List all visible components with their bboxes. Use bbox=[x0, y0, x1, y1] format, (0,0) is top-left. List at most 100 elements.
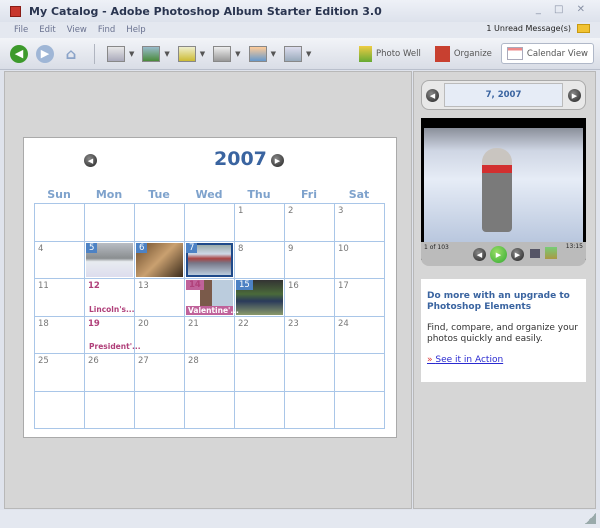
forward-button[interactable]: ▶ bbox=[36, 44, 54, 63]
day-number: 15 bbox=[236, 280, 253, 290]
calendar-day[interactable] bbox=[185, 204, 235, 242]
title-bar: My Catalog - Adobe Photoshop Album Start… bbox=[0, 0, 600, 22]
calendar-day[interactable] bbox=[135, 391, 185, 429]
organize-button[interactable]: Organize bbox=[430, 43, 497, 65]
calendar-day[interactable]: 7 bbox=[185, 241, 235, 279]
calendar-day[interactable]: 27 bbox=[135, 354, 185, 392]
calendar-day[interactable]: 16 bbox=[285, 279, 335, 317]
chevron-down-icon[interactable]: ▼ bbox=[129, 50, 134, 58]
chevron-down-icon[interactable]: ▼ bbox=[235, 50, 240, 58]
chevron-down-icon[interactable]: ▼ bbox=[306, 50, 311, 58]
day-of-week-sun: Sun bbox=[47, 188, 71, 201]
holiday-label: President'... bbox=[89, 342, 141, 351]
next-year-button[interactable]: ▶ bbox=[271, 154, 284, 167]
day-number: 21 bbox=[188, 318, 199, 329]
resize-grip-icon[interactable] bbox=[585, 513, 596, 524]
calendar-week: 1 2 3 bbox=[35, 204, 385, 242]
calendar-day[interactable]: 6 bbox=[135, 241, 185, 279]
prev-year-button[interactable]: ◀ bbox=[84, 154, 97, 167]
unread-messages[interactable]: 1 Unread Message(s) bbox=[486, 24, 590, 33]
calendar-day[interactable]: 19 President'... bbox=[85, 316, 141, 354]
calendar-day[interactable]: 5 bbox=[85, 241, 135, 279]
chevron-down-icon[interactable]: ▼ bbox=[271, 50, 276, 58]
calendar-day[interactable]: 21 bbox=[185, 316, 235, 354]
calendar-day[interactable] bbox=[35, 391, 85, 429]
print-icon[interactable] bbox=[213, 45, 232, 62]
calendar-day[interactable] bbox=[85, 391, 135, 429]
calendar-day[interactable]: 11 bbox=[35, 279, 85, 317]
calendar-day[interactable] bbox=[235, 354, 285, 392]
prev-day-button[interactable]: ◀ bbox=[426, 89, 439, 102]
email-icon[interactable] bbox=[283, 45, 302, 62]
day-number: 5 bbox=[86, 242, 98, 253]
window-controls[interactable]: _ □ ✕ bbox=[536, 4, 590, 15]
calendar-day[interactable] bbox=[35, 204, 85, 242]
calendar-day[interactable]: 18 bbox=[35, 316, 85, 354]
calendar-day[interactable] bbox=[285, 391, 335, 429]
photo-well-label: Photo Well bbox=[376, 48, 421, 59]
calendar-day[interactable]: 24 bbox=[335, 316, 385, 354]
calendar-day[interactable]: 8 bbox=[235, 241, 285, 279]
menu-file[interactable]: File bbox=[14, 25, 28, 35]
calendar-view-button[interactable]: Calendar View bbox=[500, 43, 594, 64]
chevron-down-icon[interactable]: ▼ bbox=[200, 50, 205, 58]
day-number: 20 bbox=[138, 318, 149, 329]
share-icon[interactable] bbox=[248, 45, 267, 62]
rotate-icon[interactable] bbox=[545, 247, 557, 259]
calendar-day[interactable] bbox=[85, 204, 135, 242]
prev-photo-button[interactable]: ◀ bbox=[473, 248, 486, 261]
edit-photo-icon[interactable] bbox=[142, 45, 161, 62]
calendar-day[interactable] bbox=[285, 354, 335, 392]
calendar-day[interactable] bbox=[185, 391, 235, 429]
calendar-day[interactable]: 3 bbox=[335, 204, 385, 242]
calendar-day[interactable]: 10 bbox=[335, 241, 385, 279]
fullscreen-icon[interactable] bbox=[530, 249, 540, 258]
calendar-day[interactable]: 2 bbox=[285, 204, 335, 242]
see-it-in-action-link[interactable]: See it in Action bbox=[427, 355, 580, 365]
calendar-day[interactable]: 22 bbox=[235, 316, 285, 354]
calendar-day[interactable]: 28 bbox=[185, 354, 235, 392]
photo-well-button[interactable]: Photo Well bbox=[354, 43, 426, 65]
play-button[interactable]: ▶ bbox=[490, 246, 507, 263]
calendar-day[interactable]: 9 bbox=[285, 241, 335, 279]
calendar-day[interactable]: 25 bbox=[35, 354, 85, 392]
menu-view[interactable]: View bbox=[67, 25, 87, 35]
calendar-day[interactable]: 12 Lincoln's... bbox=[85, 279, 135, 317]
photo-viewer[interactable] bbox=[421, 118, 586, 260]
calendar-day[interactable]: 17 bbox=[335, 279, 385, 317]
calendar-week: 11 12 Lincoln's... 13 14 Valentine'... 15 16 17 bbox=[35, 279, 385, 317]
calendar-day[interactable] bbox=[335, 354, 385, 392]
chevron-down-icon[interactable]: ▼ bbox=[164, 50, 169, 58]
day-number: 3 bbox=[338, 206, 344, 216]
back-button[interactable]: ◀ bbox=[10, 44, 28, 63]
next-day-button[interactable]: ▶ bbox=[568, 89, 581, 102]
day-of-week-thu: Thu bbox=[247, 188, 271, 201]
calendar-day[interactable] bbox=[135, 204, 185, 242]
menu-help[interactable]: Help bbox=[126, 25, 145, 35]
calendar-day[interactable] bbox=[335, 391, 385, 429]
day-number: 12 bbox=[88, 281, 100, 291]
menu-find[interactable]: Find bbox=[98, 25, 115, 35]
calendar-grid: 1 2 3 4 5 6 7 8 9 10 11 12 Lincoln's... 13 14 Valentine… bbox=[34, 203, 385, 429]
create-icon[interactable] bbox=[177, 45, 196, 62]
date-navigator: ◀ 7, 2007 ▶ bbox=[421, 80, 586, 110]
calendar-day[interactable]: 23 bbox=[285, 316, 335, 354]
calendar-day[interactable]: 20 bbox=[135, 316, 185, 354]
calendar-day[interactable]: 1 bbox=[235, 204, 285, 242]
day-number: 19 bbox=[88, 318, 100, 329]
next-photo-button[interactable]: ▶ bbox=[511, 248, 524, 261]
calendar-day[interactable] bbox=[235, 391, 285, 429]
calendar-day[interactable]: 4 bbox=[35, 241, 85, 279]
day-number: 8 bbox=[238, 243, 244, 254]
camera-icon[interactable] bbox=[107, 45, 125, 62]
ad-text: Find, compare, and organize your photos … bbox=[427, 323, 579, 344]
calendar-day[interactable]: 26 bbox=[85, 354, 135, 392]
calendar-day[interactable]: 14 Valentine'... bbox=[185, 279, 239, 317]
calendar-day[interactable]: 15 bbox=[235, 279, 285, 317]
divider bbox=[94, 43, 95, 64]
calendar-icon bbox=[506, 47, 523, 60]
calendar-day[interactable]: 13 bbox=[135, 279, 185, 317]
menu-edit[interactable]: Edit bbox=[39, 25, 55, 35]
home-button[interactable]: ⌂ bbox=[62, 45, 80, 63]
day-number: 4 bbox=[38, 243, 44, 254]
